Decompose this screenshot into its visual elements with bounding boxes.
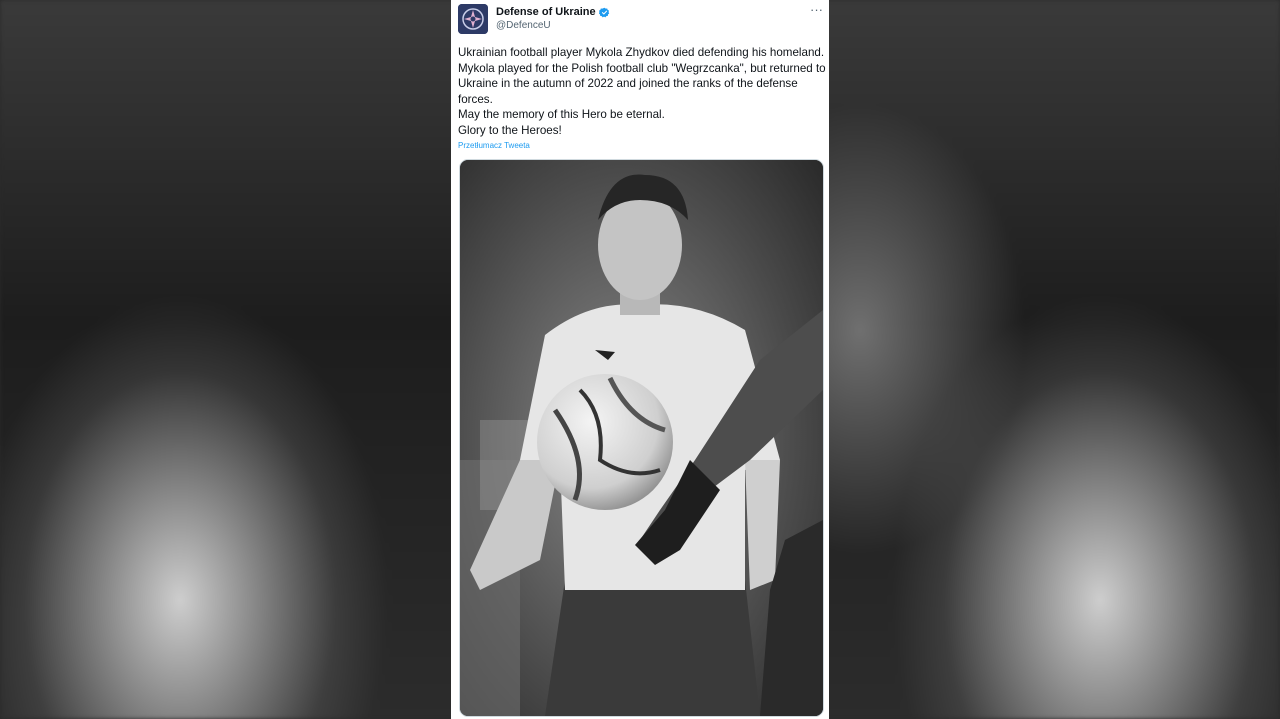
author-handle[interactable]: @DefenceU [496,20,551,31]
tweet-photo[interactable] [459,159,824,717]
tweet-line-2: Mykola played for the Polish football cl… [458,61,826,106]
tweet-text: Ukrainian football player Mykola Zhydkov… [458,45,826,138]
tweet-line-3: May the memory of this Hero be eternal. [458,108,665,121]
tweet-line-4: Glory to the Heroes! [458,123,562,137]
translate-link[interactable]: Przetłumacz Tweeta [458,141,530,150]
tweet-line-1: Ukrainian football player Mykola Zhydkov… [458,46,825,59]
avatar[interactable] [458,4,488,34]
author-row: Defense of Ukraine [496,6,610,18]
player-photo-image [460,160,823,716]
emblem-icon [458,4,488,34]
author-name[interactable]: Defense of Ukraine [496,6,596,18]
tweet-card: Defense of Ukraine @DefenceU ··· Ukraini… [451,0,829,719]
verified-badge-icon [598,7,609,17]
more-icon[interactable]: ··· [810,2,823,17]
